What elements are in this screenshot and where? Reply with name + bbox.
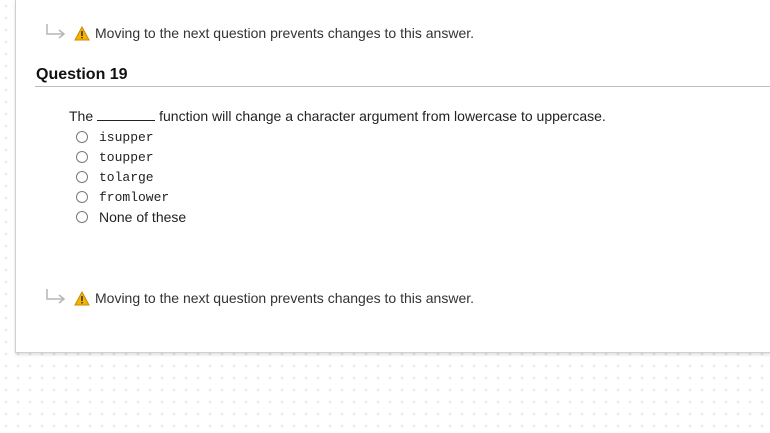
option-label: tolarge	[99, 169, 154, 185]
option-fromlower[interactable]: fromlower	[76, 187, 186, 207]
top-warning: Moving to the next question prevents cha…	[44, 23, 474, 43]
question-card: Moving to the next question prevents cha…	[15, 0, 770, 353]
radio-button[interactable]	[76, 191, 88, 203]
option-none-of-these[interactable]: None of these	[76, 207, 186, 227]
option-toupper[interactable]: toupper	[76, 147, 186, 167]
option-isupper[interactable]: isupper	[76, 127, 186, 147]
answer-options: isupper toupper tolarge fromlower None o…	[76, 127, 186, 227]
return-arrow-icon	[46, 289, 66, 304]
bottom-warning: Moving to the next question prevents cha…	[44, 288, 474, 308]
option-label: None of these	[99, 209, 187, 225]
return-arrow-icon	[46, 24, 66, 39]
question-text-before: The	[69, 108, 94, 124]
radio-button[interactable]	[76, 211, 88, 223]
question-text: The function will change a character argu…	[69, 108, 606, 124]
top-warning-text: Moving to the next question prevents cha…	[95, 25, 475, 41]
question-text-after: function will change a character argumen…	[159, 108, 606, 124]
radio-button[interactable]	[76, 131, 88, 143]
warning-icon	[74, 25, 90, 40]
option-label: isupper	[99, 129, 154, 145]
option-tolarge[interactable]: tolarge	[76, 167, 186, 187]
radio-button[interactable]	[76, 171, 88, 183]
answer-blank	[97, 108, 156, 121]
bottom-warning-text: Moving to the next question prevents cha…	[95, 290, 475, 306]
question-title: Question 19	[36, 66, 128, 83]
radio-button[interactable]	[76, 151, 88, 163]
question-divider	[35, 86, 770, 87]
option-label: fromlower	[99, 189, 170, 205]
option-label: toupper	[99, 149, 154, 165]
warning-icon	[74, 290, 90, 305]
